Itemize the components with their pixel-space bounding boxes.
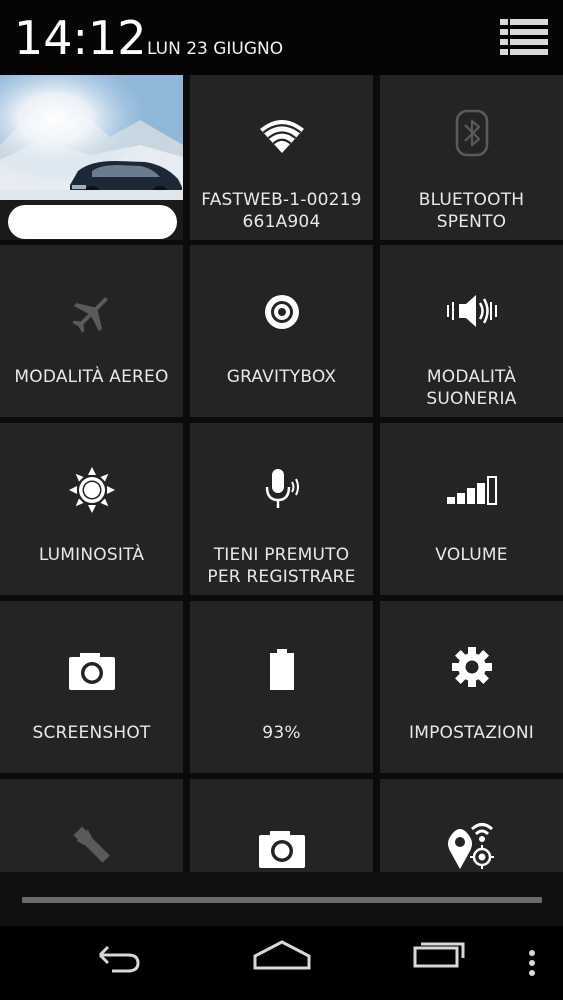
camera-icon [68,651,116,695]
bluetooth-icon [455,109,489,161]
list-view-icon[interactable] [500,17,548,57]
ringer-label-2: SUONERIA [426,389,517,409]
volume-label: VOLUME [435,545,508,565]
wifi-label-1: FASTWEB-1-00219 [201,190,362,210]
bluetooth-label-1: BLUETOOTH [418,190,525,210]
tile-voice[interactable]: TIENI PREMUTO PER REGISTRARE [190,423,373,595]
airplane-label: MODALITÀ AEREO [14,367,169,387]
tile-gravitybox[interactable]: GRAVITYBOX [190,245,373,417]
home-icon[interactable] [247,926,317,1000]
tile-camera[interactable] [190,779,373,872]
gear-circle-icon [263,293,301,335]
ringer-label-1: MODALITÀ [426,367,517,387]
user-tile[interactable] [0,75,183,240]
tile-ringer[interactable]: MODALITÀ SUONERIA [380,245,563,417]
drag-handle[interactable] [22,897,542,903]
date[interactable]: LUN 23 GIUGNO [147,38,283,60]
brightness-label: LUMINOSITÀ [38,545,145,565]
screenshot-label: SCREENSHOT [32,723,151,743]
location-wifi-icon [446,821,498,875]
battery-label: 93% [262,723,301,743]
flashlight-icon [70,823,114,871]
microphone-icon [260,467,304,515]
overflow-menu-icon[interactable] [520,926,544,1000]
tile-torch[interactable] [0,779,183,872]
tile-location[interactable] [380,779,563,872]
user-photo [0,75,183,200]
tile-battery[interactable]: 93% [190,601,373,773]
camera-icon [258,829,306,873]
bluetooth-label-2: SPENTO [436,212,507,232]
volume-bars-icon [446,475,498,509]
tile-settings[interactable]: IMPOSTAZIONI [380,601,563,773]
wifi-label-2: 661A904 [242,212,321,232]
wifi-icon [258,117,306,159]
voice-label-2: PER REGISTRARE [207,567,356,587]
tile-brightness[interactable]: LUMINOSITÀ [0,423,183,595]
tile-screenshot[interactable]: SCREENSHOT [0,601,183,773]
navigation-bar [0,926,563,1000]
voice-label-1: TIENI PREMUTO [213,545,350,565]
recents-icon[interactable] [405,926,475,1000]
user-name-redacted [8,205,177,239]
tile-volume[interactable]: VOLUME [380,423,563,595]
tile-airplane[interactable]: MODALITÀ AEREO [0,245,183,417]
tile-bluetooth[interactable]: BLUETOOTH SPENTO [380,75,563,240]
settings-icon [451,646,493,692]
tile-wifi[interactable]: FASTWEB-1-00219 661A904 [190,75,373,240]
quick-settings-screen: 14:12 LUN 23 GIUGNO FASTWEB-1-00219 661A… [0,0,563,1000]
airplane-icon [70,291,114,339]
sun-icon [68,467,115,517]
gravitybox-label: GRAVITYBOX [226,367,337,387]
speaker-vibrate-icon [445,289,499,337]
clock[interactable]: 14:12 [14,10,147,66]
settings-label: IMPOSTAZIONI [409,723,534,743]
status-header: 14:12 LUN 23 GIUGNO [0,0,563,75]
back-icon[interactable] [90,926,160,1000]
battery-icon [269,649,295,695]
